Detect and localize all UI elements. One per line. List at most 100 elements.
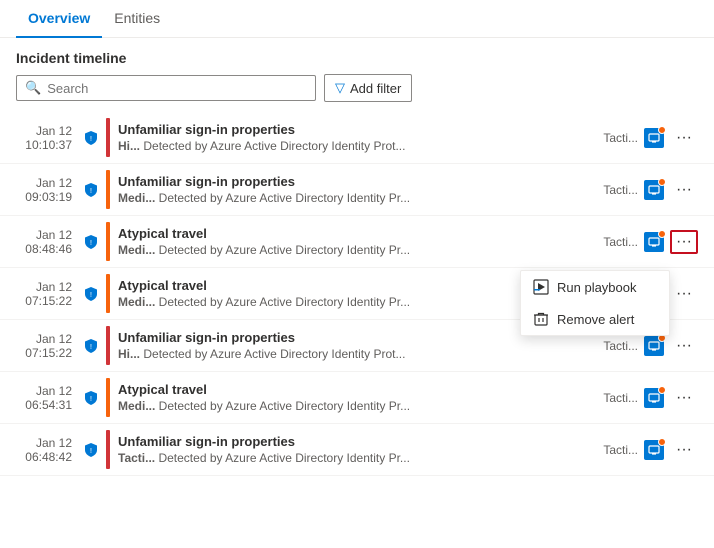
alert-title: Atypical travel — [118, 382, 595, 397]
severity-label: Medi... — [118, 399, 155, 413]
ellipsis-button[interactable]: ··· — [670, 126, 698, 150]
monitor-icon — [644, 180, 664, 200]
svg-text:!: ! — [90, 396, 92, 403]
ellipsis-button[interactable]: ··· — [670, 334, 698, 358]
alert-subtitle: Medi... Detected by Azure Active Directo… — [118, 243, 595, 257]
severity-bar — [106, 430, 110, 469]
monitor-icon — [644, 128, 664, 148]
svg-text:!: ! — [90, 448, 92, 455]
alert-subtitle: Medi... Detected by Azure Active Directo… — [118, 191, 595, 205]
severity-col: ! — [80, 130, 102, 146]
severity-bar — [106, 170, 110, 209]
timeline-container: Jan 12 10:10:37 ! Unfamiliar sign-in pro… — [0, 112, 714, 476]
shield-icon: ! — [83, 286, 99, 302]
shield-icon: ! — [83, 390, 99, 406]
alert-right: Tacti... ··· — [603, 334, 698, 358]
date-label: Jan 12 — [36, 280, 72, 294]
severity-col: ! — [80, 338, 102, 354]
severity-bar — [106, 274, 110, 313]
svg-text:!: ! — [90, 344, 92, 351]
alert-title: Unfamiliar sign-in properties — [118, 122, 595, 137]
svg-text:!: ! — [90, 292, 92, 299]
severity-label: Tacti... — [118, 451, 155, 465]
tactic-badge: Tacti... — [603, 183, 638, 197]
table-row: Jan 12 06:48:42 ! Unfamiliar sign-in pro… — [0, 424, 714, 476]
svg-text:!: ! — [90, 136, 92, 143]
tactic-badge: Tacti... — [603, 131, 638, 145]
tactic-badge: Tacti... — [603, 443, 638, 457]
time-label: 09:03:19 — [25, 190, 72, 204]
search-box-container[interactable]: 🔍 — [16, 75, 316, 101]
date-label: Jan 12 — [36, 384, 72, 398]
ellipsis-button[interactable]: ··· — [670, 178, 698, 202]
date-label: Jan 12 — [36, 436, 72, 450]
time-label: 10:10:37 — [25, 138, 72, 152]
shield-icon: ! — [83, 182, 99, 198]
notification-dot — [658, 178, 666, 186]
filter-icon: ▽ — [335, 80, 345, 96]
severity-label: Medi... — [118, 243, 155, 257]
date-col: Jan 12 06:48:42 — [8, 436, 80, 464]
shield-icon: ! — [83, 130, 99, 146]
tab-entities[interactable]: Entities — [102, 0, 172, 38]
severity-col: ! — [80, 390, 102, 406]
date-label: Jan 12 — [36, 124, 72, 138]
svg-text:!: ! — [90, 188, 92, 195]
ellipsis-button[interactable]: ··· — [670, 230, 698, 254]
run-playbook-label: Run playbook — [557, 280, 637, 295]
alert-subtitle: Tacti... Detected by Azure Active Direct… — [118, 451, 595, 465]
alert-subtitle: Hi... Detected by Azure Active Directory… — [118, 347, 595, 361]
notification-dot — [658, 126, 666, 134]
date-col: Jan 12 10:10:37 — [8, 124, 80, 152]
shield-icon: ! — [83, 442, 99, 458]
severity-col: ! — [80, 234, 102, 250]
time-label: 06:48:42 — [25, 450, 72, 464]
severity-col: ! — [80, 182, 102, 198]
alert-content: Unfamiliar sign-in properties Hi... Dete… — [118, 122, 595, 153]
tactic-badge: Tacti... — [603, 391, 638, 405]
context-menu-run-playbook[interactable]: Run playbook — [521, 271, 669, 303]
alert-right: Tacti... ··· — [603, 438, 698, 462]
alert-subtitle: Medi... Detected by Azure Active Directo… — [118, 399, 595, 413]
ellipsis-button[interactable]: ··· — [670, 386, 698, 410]
alert-subtitle: Hi... Detected by Azure Active Directory… — [118, 139, 595, 153]
date-col: Jan 12 07:15:22 — [8, 280, 80, 308]
table-row: Jan 12 06:54:31 ! Atypical travel Medi..… — [0, 372, 714, 424]
time-label: 07:15:22 — [25, 346, 72, 360]
tab-overview[interactable]: Overview — [16, 0, 102, 38]
date-label: Jan 12 — [36, 176, 72, 190]
severity-label: Medi... — [118, 191, 155, 205]
alert-content: Atypical travel Medi... Detected by Azur… — [118, 226, 595, 257]
monitor-icon — [644, 232, 664, 252]
alert-title: Unfamiliar sign-in properties — [118, 434, 595, 449]
remove-alert-label: Remove alert — [557, 312, 634, 327]
time-label: 07:15:22 — [25, 294, 72, 308]
monitor-icon — [644, 440, 664, 460]
monitor-icon — [644, 388, 664, 408]
run-playbook-icon — [533, 279, 549, 295]
shield-icon: ! — [83, 234, 99, 250]
severity-label: Medi... — [118, 295, 155, 309]
date-label: Jan 12 — [36, 228, 72, 242]
tactic-badge: Tacti... — [603, 339, 638, 353]
ellipsis-button[interactable]: ··· — [670, 282, 698, 306]
table-row: Jan 12 09:03:19 ! Unfamiliar sign-in pro… — [0, 164, 714, 216]
severity-bar — [106, 118, 110, 157]
add-filter-button[interactable]: ▽ Add filter — [324, 74, 412, 102]
search-area: 🔍 ▽ Add filter — [0, 74, 714, 112]
date-col: Jan 12 09:03:19 — [8, 176, 80, 204]
alert-title: Unfamiliar sign-in properties — [118, 174, 595, 189]
severity-col: ! — [80, 442, 102, 458]
shield-icon: ! — [83, 338, 99, 354]
notification-dot — [658, 438, 666, 446]
date-col: Jan 12 06:54:31 — [8, 384, 80, 412]
search-input[interactable] — [47, 81, 307, 96]
context-menu-remove-alert[interactable]: Remove alert — [521, 303, 669, 335]
alert-right: Tacti... ··· — [603, 178, 698, 202]
alert-content: Unfamiliar sign-in properties Medi... De… — [118, 174, 595, 205]
notification-dot — [658, 230, 666, 238]
ellipsis-button[interactable]: ··· — [670, 438, 698, 462]
search-icon: 🔍 — [25, 80, 41, 96]
alert-right: Tacti... ··· — [603, 126, 698, 150]
time-label: 06:54:31 — [25, 398, 72, 412]
